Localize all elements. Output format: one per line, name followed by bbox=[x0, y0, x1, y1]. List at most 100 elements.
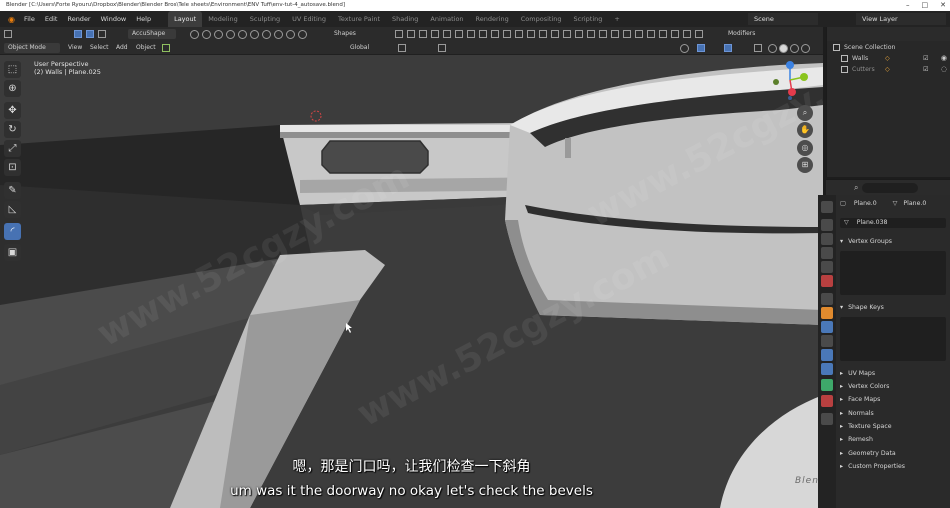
box-cutter-tool-icon[interactable]: ◜ bbox=[4, 223, 21, 240]
panel-texture-space[interactable]: ▸ Texture Space bbox=[840, 422, 892, 432]
tool-icon-u[interactable] bbox=[635, 30, 643, 38]
tool-icon-l[interactable] bbox=[527, 30, 535, 38]
panel-normals[interactable]: ▸ Normals bbox=[840, 409, 874, 419]
tool-icon-s[interactable] bbox=[611, 30, 619, 38]
menu-view[interactable]: View bbox=[64, 43, 86, 53]
tool-icon-c[interactable] bbox=[419, 30, 427, 38]
gizmo-neg-z-axis[interactable] bbox=[788, 96, 792, 100]
tool-icon-r[interactable] bbox=[599, 30, 607, 38]
proportional-edit-icon[interactable] bbox=[438, 44, 446, 52]
pan-view-icon[interactable]: ✋ bbox=[797, 122, 813, 138]
select-tool-icon[interactable]: ⬚ bbox=[4, 61, 21, 78]
tool-icon-m[interactable] bbox=[539, 30, 547, 38]
tool-icon-k[interactable] bbox=[515, 30, 523, 38]
shape-circle-icon-7[interactable] bbox=[262, 30, 271, 39]
zoom-view-icon[interactable]: ⌕ bbox=[797, 105, 813, 121]
tab-texture-paint[interactable]: Texture Paint bbox=[332, 11, 386, 27]
shape-circle-icon-9[interactable] bbox=[286, 30, 295, 39]
collection-tab-icon[interactable] bbox=[821, 293, 833, 305]
tab-modeling[interactable]: Modeling bbox=[202, 11, 244, 27]
texture-tab-icon[interactable] bbox=[821, 413, 833, 425]
camera-view-icon[interactable]: ◎ bbox=[797, 140, 813, 156]
orientation-dropdown[interactable]: Global bbox=[346, 43, 373, 53]
panel-vertex-colors[interactable]: ▸ Vertex Colors bbox=[840, 382, 889, 392]
checkbox-icon[interactable]: ☑ bbox=[923, 64, 929, 75]
tool-icon-w[interactable] bbox=[659, 30, 667, 38]
visibility-icon[interactable] bbox=[680, 44, 689, 53]
tab-layout[interactable]: Layout bbox=[168, 11, 203, 27]
rotate-tool-icon[interactable]: ↻ bbox=[4, 121, 21, 138]
menu-render[interactable]: Render bbox=[62, 11, 95, 27]
physics-tab-icon[interactable] bbox=[821, 349, 833, 361]
tool-icon-t[interactable] bbox=[623, 30, 631, 38]
view-layer-selector[interactable]: View Layer bbox=[856, 13, 946, 25]
menu-file[interactable]: File bbox=[19, 11, 40, 27]
tool-icon-f[interactable] bbox=[455, 30, 463, 38]
panel-geometry-data[interactable]: ▸ Geometry Data bbox=[840, 449, 896, 459]
tab-rendering[interactable]: Rendering bbox=[470, 11, 515, 27]
navigation-gizmo[interactable] bbox=[770, 58, 810, 100]
tool-tab-icon[interactable] bbox=[821, 201, 833, 213]
mode-icon[interactable] bbox=[74, 30, 82, 38]
menu-add[interactable]: Add bbox=[112, 43, 132, 53]
mode-icon-3[interactable] bbox=[98, 30, 106, 38]
shape-keys-list[interactable] bbox=[840, 317, 946, 361]
shape-circle-icon-3[interactable] bbox=[214, 30, 223, 39]
shape-circle-icon-8[interactable] bbox=[274, 30, 283, 39]
mesh-datablock-row[interactable]: ▽ Plane.038 bbox=[840, 218, 946, 228]
shading-solid-icon[interactable] bbox=[779, 44, 788, 53]
tool-icon-q[interactable] bbox=[587, 30, 595, 38]
tab-compositing[interactable]: Compositing bbox=[515, 11, 568, 27]
transform-tool-icon[interactable]: ⊡ bbox=[4, 159, 21, 176]
shape-circle-icon-4[interactable] bbox=[226, 30, 235, 39]
panel-custom-properties[interactable]: ▸ Custom Properties bbox=[840, 462, 905, 472]
material-tab-icon[interactable] bbox=[821, 395, 833, 407]
maximize-button[interactable]: □ bbox=[922, 0, 929, 11]
panel-uv-maps[interactable]: ▸ UV Maps bbox=[840, 369, 875, 379]
outliner-scene-collection[interactable]: Scene Collection bbox=[827, 42, 950, 53]
shape-circle-icon-10[interactable] bbox=[298, 30, 307, 39]
tab-sculpting[interactable]: Sculpting bbox=[244, 11, 286, 27]
3d-viewport[interactable]: www.52cgzy.com www.52cgzy.com www.52cgzy… bbox=[0, 55, 823, 508]
cursor-tool-icon[interactable]: ⊕ bbox=[4, 80, 21, 97]
collection-icon[interactable] bbox=[162, 44, 170, 52]
gizmo-z-axis[interactable] bbox=[786, 61, 794, 69]
scale-tool-icon[interactable]: ⤢ bbox=[4, 140, 21, 157]
tool-icon-a[interactable] bbox=[395, 30, 403, 38]
annotate-tool-icon[interactable]: ✎ bbox=[4, 182, 21, 199]
outliner-item-walls[interactable]: Walls ◇ ☑ ◉ bbox=[827, 53, 950, 64]
mode-icon-2[interactable] bbox=[86, 30, 94, 38]
minimize-button[interactable]: – bbox=[906, 0, 910, 11]
object-mode-dropdown[interactable]: Object Mode bbox=[4, 43, 60, 53]
shape-circle-icon[interactable] bbox=[190, 30, 199, 39]
snap-icon[interactable] bbox=[398, 44, 406, 52]
particles-tab-icon[interactable] bbox=[821, 335, 833, 347]
outliner-item-cutters[interactable]: Cutters ◇ ☑ ◌ bbox=[827, 64, 950, 75]
vertex-groups-list[interactable] bbox=[840, 251, 946, 295]
tool-icon-y[interactable] bbox=[683, 30, 691, 38]
menu-help[interactable]: Help bbox=[131, 11, 156, 27]
panel-shape-keys[interactable]: ▾ Shape Keys bbox=[840, 303, 884, 313]
tool-icon-g[interactable] bbox=[467, 30, 475, 38]
shape-circle-icon-6[interactable] bbox=[250, 30, 259, 39]
world-tab-icon[interactable] bbox=[821, 275, 833, 287]
tool-icon-z[interactable] bbox=[695, 30, 703, 38]
tool-icon-j[interactable] bbox=[503, 30, 511, 38]
add-workspace-button[interactable]: + bbox=[608, 11, 625, 27]
shape-circle-icon-2[interactable] bbox=[202, 30, 211, 39]
checkbox-icon[interactable]: ☑ bbox=[923, 53, 929, 64]
tool-icon-x[interactable] bbox=[671, 30, 679, 38]
tab-shading[interactable]: Shading bbox=[386, 11, 424, 27]
tab-scripting[interactable]: Scripting bbox=[568, 11, 609, 27]
menu-object[interactable]: Object bbox=[132, 43, 160, 53]
object-name-row[interactable]: ▢ Plane.0 ▽ Plane.0 bbox=[840, 199, 926, 209]
constraints-tab-icon[interactable] bbox=[821, 363, 833, 375]
gizmo-y-axis[interactable] bbox=[800, 73, 808, 81]
ortho-toggle-icon[interactable]: ⊞ bbox=[797, 157, 813, 173]
shading-wireframe-icon[interactable] bbox=[768, 44, 777, 53]
tool-icon-v[interactable] bbox=[647, 30, 655, 38]
render-tab-icon[interactable] bbox=[821, 219, 833, 231]
gizmo-neg-y-axis[interactable] bbox=[773, 79, 779, 85]
tool-icon-o[interactable] bbox=[563, 30, 571, 38]
panel-remesh[interactable]: ▸ Remesh bbox=[840, 435, 873, 445]
